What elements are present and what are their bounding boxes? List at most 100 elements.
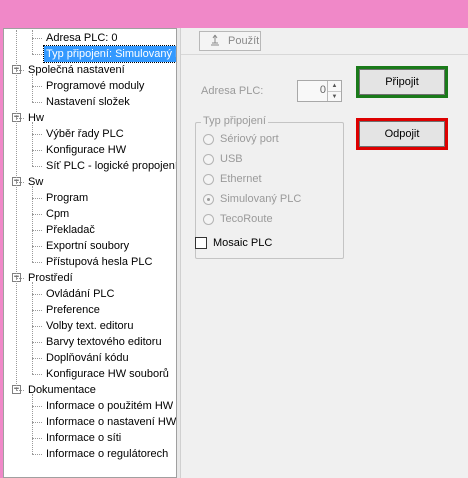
tree-group[interactable]: Společná nastavení <box>26 62 127 78</box>
spin-down-icon[interactable]: ▼ <box>328 91 341 101</box>
tree-item[interactable]: Adresa PLC: 0 <box>44 30 120 46</box>
settings-tree[interactable]: Adresa PLC: 0Typ připojení: Simulovaný P… <box>3 28 177 478</box>
tree-label: Barvy textového editoru <box>46 336 162 348</box>
tree-item[interactable]: Informace o regulátorech <box>44 446 170 462</box>
tree-label: Informace o regulátorech <box>46 448 169 460</box>
tree-connector <box>32 326 42 327</box>
tree-item[interactable]: Síť PLC - logické propojení <box>44 158 176 174</box>
tree-label: Nastavení složek <box>46 96 130 108</box>
tree-connector <box>16 30 17 390</box>
tree-connector <box>32 74 33 102</box>
tree-item[interactable]: Cpm <box>44 206 71 222</box>
connection-type-title: Typ připojení <box>201 115 268 127</box>
tree-group[interactable]: Dokumentace <box>26 382 98 398</box>
tree-connector <box>32 86 42 87</box>
tree-connector <box>32 150 42 151</box>
plc-address-spinner[interactable]: 0 ▲ ▼ <box>297 80 342 102</box>
tree-label: Adresa PLC: 0 <box>46 32 118 44</box>
tree-item[interactable]: Doplňování kódu <box>44 350 131 366</box>
tree-item[interactable]: Přístupová hesla PLC <box>44 254 154 270</box>
tree-group[interactable]: Hw <box>26 110 46 126</box>
tree-item[interactable]: Ovládání PLC <box>44 286 116 302</box>
tree-connector <box>32 310 42 311</box>
tree-connector <box>32 262 42 263</box>
tree-label: Společná nastavení <box>28 64 125 76</box>
plc-address-label: Adresa PLC: <box>201 85 264 97</box>
tree-item[interactable]: Výběr řady PLC <box>44 126 126 142</box>
tree-item[interactable]: Volby text. editoru <box>44 318 135 334</box>
tree-connector <box>32 38 42 39</box>
tree-connector <box>16 70 24 71</box>
tree-connector <box>32 122 33 166</box>
apply-button[interactable]: Použít <box>199 31 261 51</box>
spin-up-icon[interactable]: ▲ <box>328 81 341 91</box>
tree-item[interactable]: Barvy textového editoru <box>44 334 164 350</box>
tree-label: Konfigurace HW souborů <box>46 368 169 380</box>
tree-item[interactable]: Programové moduly <box>44 78 146 94</box>
tree-connector <box>32 406 42 407</box>
tree-label: Informace o nastavení HW <box>46 416 177 428</box>
tree-connector <box>32 438 42 439</box>
tree-connector <box>32 230 42 231</box>
connection-option[interactable]: Ethernet <box>203 171 262 187</box>
connect-label: Připojit <box>385 76 419 88</box>
radio-button[interactable] <box>203 133 214 145</box>
tree-connector <box>16 118 24 119</box>
radio-label: TecoRoute <box>220 213 273 225</box>
connection-option[interactable]: Sériový port <box>203 131 279 147</box>
tree-item[interactable]: Informace o síti <box>44 430 123 446</box>
connection-option[interactable]: USB <box>203 151 243 167</box>
tree-label: Typ připojení: Simulovaný PLC <box>42 45 176 63</box>
tree-label: Prostředí <box>28 272 73 284</box>
mosaic-plc-checkbox[interactable]: Mosaic PLC <box>195 237 272 249</box>
tree-connector <box>32 394 33 454</box>
tree-connector <box>32 166 42 167</box>
disconnect-button[interactable]: Odpojit <box>356 118 448 150</box>
tree-connector <box>32 294 42 295</box>
tree-item[interactable]: Program <box>44 190 90 206</box>
radio-button[interactable] <box>203 213 214 225</box>
tree-group[interactable]: Prostředí <box>26 270 75 286</box>
tree-connector <box>32 102 42 103</box>
tree-item[interactable]: Exportní soubory <box>44 238 131 254</box>
tree-item[interactable]: Typ připojení: Simulovaný PLC <box>42 45 176 63</box>
tree-connector <box>32 374 42 375</box>
connection-option[interactable]: Simulovaný PLC <box>203 191 301 207</box>
tree-group[interactable]: Sw <box>26 174 45 190</box>
radio-button[interactable] <box>203 153 214 165</box>
radio-button[interactable] <box>203 173 214 185</box>
plc-address-value: 0 <box>319 84 326 96</box>
connection-option[interactable]: TecoRoute <box>203 211 273 227</box>
tree-connector <box>32 358 42 359</box>
tree-connector <box>32 246 42 247</box>
tree-connector <box>16 390 24 391</box>
toolbar-separator <box>181 54 468 55</box>
tree-label: Dokumentace <box>28 384 96 396</box>
tree-item[interactable]: Informace o nastavení HW <box>44 414 177 430</box>
radio-label: Sériový port <box>220 133 279 145</box>
radio-button[interactable] <box>203 193 214 205</box>
settings-panel: Použít Adresa PLC: 0 ▲ ▼ Připojit Odpoji… <box>180 28 468 478</box>
tree-label: Preference <box>46 304 100 316</box>
apply-icon <box>208 33 222 50</box>
tree-item[interactable]: Preference <box>44 302 102 318</box>
tree-connector <box>16 182 24 183</box>
options-dialog: Adresa PLC: 0Typ připojení: Simulovaný P… <box>0 28 468 478</box>
tree-connector <box>32 30 33 54</box>
tree-connector <box>32 134 42 135</box>
tree-item[interactable]: Konfigurace HW <box>44 142 128 158</box>
connect-button[interactable]: Připojit <box>356 66 448 98</box>
tree-connector <box>32 198 42 199</box>
radio-label: Simulovaný PLC <box>220 193 302 205</box>
tree-connector <box>32 342 42 343</box>
tree-label: Informace o použitém HW <box>46 400 174 412</box>
checkbox-box[interactable] <box>195 237 207 249</box>
tree-item[interactable]: Nastavení složek <box>44 94 132 110</box>
tree-item[interactable]: Konfigurace HW souborů <box>44 366 171 382</box>
tree-item[interactable]: Překladač <box>44 222 97 238</box>
tree-label: Exportní soubory <box>46 240 130 252</box>
tree-label: Výběr řady PLC <box>46 128 124 140</box>
tree-item[interactable]: Informace o použitém HW <box>44 398 175 414</box>
tree-connector <box>32 186 33 262</box>
tree-label: Cpm <box>46 208 70 220</box>
